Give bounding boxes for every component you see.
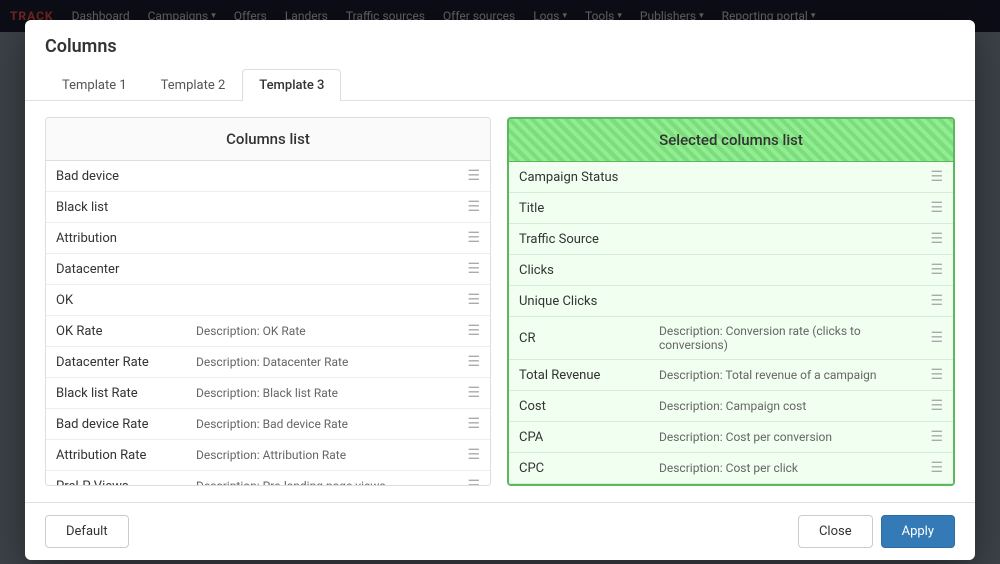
columns-list-header: Columns list bbox=[46, 118, 490, 161]
item-name: Title bbox=[519, 201, 639, 216]
drag-handle-icon[interactable]: ☰ bbox=[467, 261, 480, 277]
item-name: CR bbox=[519, 331, 639, 346]
item-name: Bad device Rate bbox=[56, 417, 176, 432]
modal-footer: Default Close Apply bbox=[25, 502, 975, 560]
list-item[interactable]: OK ☰ bbox=[46, 285, 490, 316]
list-item[interactable]: CR Description: Conversion rate (clicks … bbox=[509, 317, 953, 360]
list-item[interactable]: Bad device ☰ bbox=[46, 161, 490, 192]
modal-body: Columns list Bad device ☰ Black list ☰ A… bbox=[25, 101, 975, 502]
drag-handle-icon[interactable]: ☰ bbox=[467, 168, 480, 184]
list-item[interactable]: Black list ☰ bbox=[46, 192, 490, 223]
columns-list: Bad device ☰ Black list ☰ Attribution ☰ … bbox=[46, 161, 490, 485]
item-name: Campaign Status bbox=[519, 170, 639, 185]
drag-handle-icon[interactable]: ☰ bbox=[930, 429, 943, 445]
item-name: Traffic Source bbox=[519, 232, 639, 247]
item-name: Datacenter bbox=[56, 262, 176, 277]
drag-handle-icon[interactable]: ☰ bbox=[930, 293, 943, 309]
drag-handle-icon[interactable]: ☰ bbox=[930, 460, 943, 476]
list-item[interactable]: Title ☰ bbox=[509, 193, 953, 224]
list-item[interactable]: Clicks ☰ bbox=[509, 255, 953, 286]
list-item[interactable]: PreLP Views Description: Pre-landing pag… bbox=[46, 471, 490, 485]
list-item[interactable]: CPA Description: Cost per conversion ☰ bbox=[509, 422, 953, 453]
item-desc: Description: Black list Rate bbox=[196, 386, 338, 400]
item-name: Black list Rate bbox=[56, 386, 176, 401]
tab-template1[interactable]: Template 1 bbox=[45, 69, 144, 101]
item-name: Attribution bbox=[56, 231, 176, 246]
item-desc: Description: Campaign cost bbox=[659, 399, 806, 413]
list-item[interactable]: Cost Description: Campaign cost ☰ bbox=[509, 391, 953, 422]
item-name: CPA bbox=[519, 430, 639, 445]
item-name: Bad device bbox=[56, 169, 176, 184]
item-name: Cost bbox=[519, 399, 639, 414]
list-item[interactable]: Datacenter Rate Description: Datacenter … bbox=[46, 347, 490, 378]
default-button[interactable]: Default bbox=[45, 515, 129, 548]
selected-columns-list: Campaign Status ☰ Title ☰ Traffic Source… bbox=[509, 162, 953, 484]
columns-modal: Columns Template 1 Template 2 Template 3… bbox=[25, 20, 975, 560]
item-desc: Description: Cost per click bbox=[659, 461, 798, 475]
modal-title: Columns bbox=[45, 36, 955, 57]
item-desc: Description: Bad device Rate bbox=[196, 417, 348, 431]
modal-header: Columns Template 1 Template 2 Template 3 bbox=[25, 20, 975, 101]
modal-overlay: Columns Template 1 Template 2 Template 3… bbox=[0, 0, 1000, 564]
close-button[interactable]: Close bbox=[798, 515, 873, 548]
columns-list-panel: Columns list Bad device ☰ Black list ☰ A… bbox=[45, 117, 491, 486]
list-item[interactable]: Black list Rate Description: Black list … bbox=[46, 378, 490, 409]
item-name: Attribution Rate bbox=[56, 448, 176, 463]
selected-columns-panel: Selected columns list Campaign Status ☰ … bbox=[507, 117, 955, 486]
list-item[interactable]: Campaign Status ☰ bbox=[509, 162, 953, 193]
list-item[interactable]: Attribution Rate Description: Attributio… bbox=[46, 440, 490, 471]
drag-handle-icon[interactable]: ☰ bbox=[467, 385, 480, 401]
list-item[interactable]: Traffic Source ☰ bbox=[509, 224, 953, 255]
selected-columns-header: Selected columns list bbox=[509, 119, 953, 162]
item-name: Black list bbox=[56, 200, 176, 215]
drag-handle-icon[interactable]: ☰ bbox=[930, 398, 943, 414]
item-name: OK Rate bbox=[56, 324, 176, 339]
item-name: Datacenter Rate bbox=[56, 355, 176, 370]
drag-handle-icon[interactable]: ☰ bbox=[467, 447, 480, 463]
item-desc: Description: Total revenue of a campaign bbox=[659, 368, 876, 382]
item-desc: Description: Attribution Rate bbox=[196, 448, 346, 462]
item-desc: Description: Datacenter Rate bbox=[196, 355, 348, 369]
item-name: PreLP Views bbox=[56, 479, 176, 486]
item-desc: Description: Pre-landing page views bbox=[196, 479, 386, 485]
drag-handle-icon[interactable]: ☰ bbox=[930, 367, 943, 383]
drag-handle-icon[interactable]: ☰ bbox=[467, 416, 480, 432]
list-item[interactable]: Attribution ☰ bbox=[46, 223, 490, 254]
item-desc: Description: Cost per conversion bbox=[659, 430, 832, 444]
item-name: Unique Clicks bbox=[519, 294, 639, 309]
item-desc: Description: OK Rate bbox=[196, 324, 306, 338]
tab-template3[interactable]: Template 3 bbox=[242, 69, 341, 101]
list-item[interactable]: Datacenter ☰ bbox=[46, 254, 490, 285]
drag-handle-icon[interactable]: ☰ bbox=[930, 200, 943, 216]
item-name: CPC bbox=[519, 461, 639, 476]
drag-handle-icon[interactable]: ☰ bbox=[467, 323, 480, 339]
item-name: Clicks bbox=[519, 263, 639, 278]
drag-handle-icon[interactable]: ☰ bbox=[467, 199, 480, 215]
drag-handle-icon[interactable]: ☰ bbox=[467, 478, 480, 485]
apply-button[interactable]: Apply bbox=[881, 515, 955, 548]
item-name: Total Revenue bbox=[519, 368, 639, 383]
tabs-container: Template 1 Template 2 Template 3 bbox=[45, 69, 955, 101]
item-desc: Description: Conversion rate (clicks to … bbox=[659, 324, 930, 352]
drag-handle-icon[interactable]: ☰ bbox=[930, 330, 943, 346]
item-name: OK bbox=[56, 293, 176, 308]
drag-handle-icon[interactable]: ☰ bbox=[467, 292, 480, 308]
drag-handle-icon[interactable]: ☰ bbox=[930, 262, 943, 278]
list-item[interactable]: OK Rate Description: OK Rate ☰ bbox=[46, 316, 490, 347]
tab-template2[interactable]: Template 2 bbox=[144, 69, 243, 101]
list-item[interactable]: CPC Description: Cost per click ☰ bbox=[509, 453, 953, 484]
list-item[interactable]: Total Revenue Description: Total revenue… bbox=[509, 360, 953, 391]
list-item[interactable]: Bad device Rate Description: Bad device … bbox=[46, 409, 490, 440]
drag-handle-icon[interactable]: ☰ bbox=[467, 230, 480, 246]
drag-handle-icon[interactable]: ☰ bbox=[930, 231, 943, 247]
drag-handle-icon[interactable]: ☰ bbox=[930, 169, 943, 185]
list-item[interactable]: Unique Clicks ☰ bbox=[509, 286, 953, 317]
drag-handle-icon[interactable]: ☰ bbox=[467, 354, 480, 370]
